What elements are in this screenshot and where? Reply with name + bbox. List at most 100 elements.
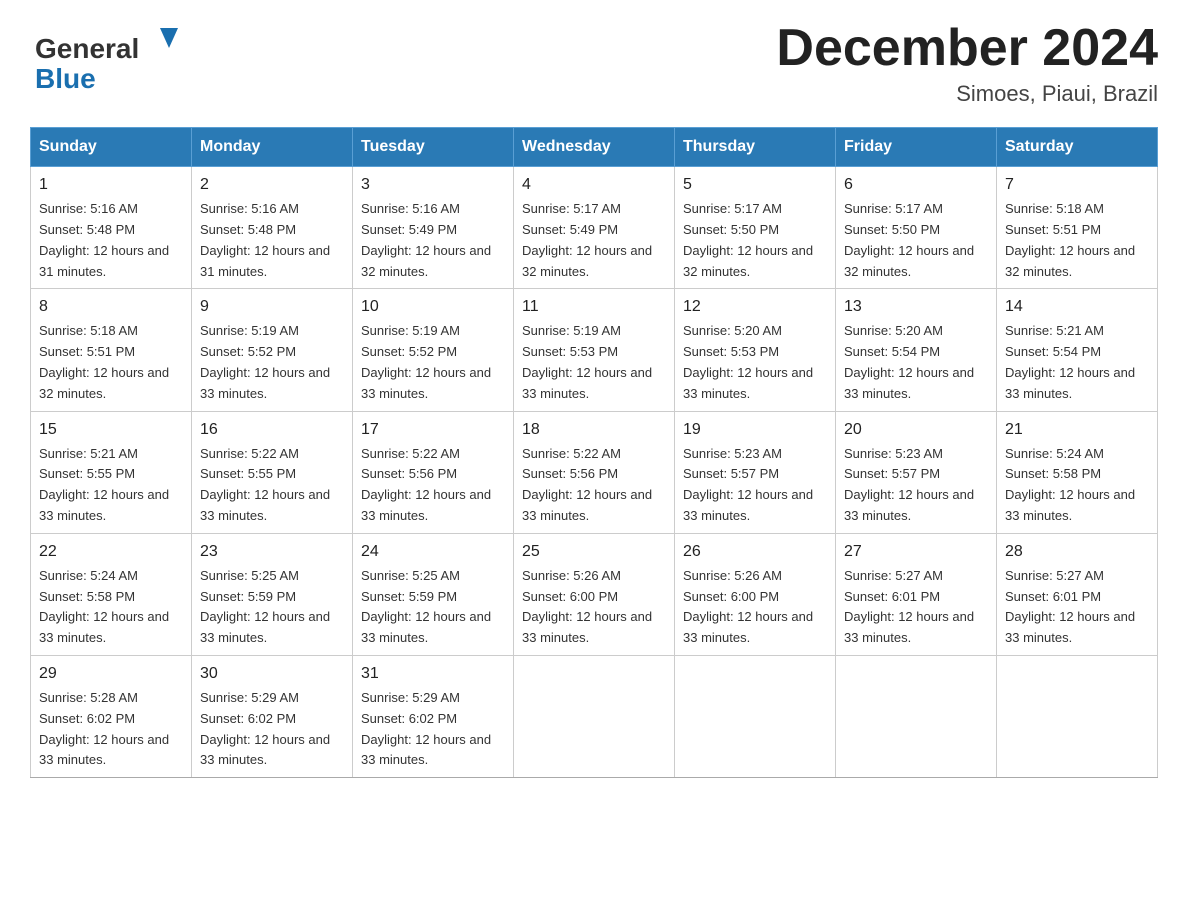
table-row: 28Sunrise: 5:27 AMSunset: 6:01 PMDayligh… [997, 533, 1158, 655]
table-row: 11Sunrise: 5:19 AMSunset: 5:53 PMDayligh… [514, 289, 675, 411]
calendar-week-row: 15Sunrise: 5:21 AMSunset: 5:55 PMDayligh… [31, 411, 1158, 533]
day-number: 6 [844, 173, 988, 197]
day-info: Sunrise: 5:21 AMSunset: 5:54 PMDaylight:… [1005, 321, 1149, 404]
day-number: 27 [844, 540, 988, 564]
day-number: 9 [200, 295, 344, 319]
month-year-title: December 2024 [776, 20, 1158, 77]
table-row: 5Sunrise: 5:17 AMSunset: 5:50 PMDaylight… [675, 167, 836, 289]
table-row: 7Sunrise: 5:18 AMSunset: 5:51 PMDaylight… [997, 167, 1158, 289]
day-number: 18 [522, 418, 666, 442]
day-info: Sunrise: 5:16 AMSunset: 5:48 PMDaylight:… [200, 199, 344, 282]
header-monday: Monday [192, 128, 353, 167]
table-row: 13Sunrise: 5:20 AMSunset: 5:54 PMDayligh… [836, 289, 997, 411]
header-wednesday: Wednesday [514, 128, 675, 167]
weekday-header-row: Sunday Monday Tuesday Wednesday Thursday… [31, 128, 1158, 167]
day-number: 24 [361, 540, 505, 564]
day-number: 1 [39, 173, 183, 197]
table-row: 14Sunrise: 5:21 AMSunset: 5:54 PMDayligh… [997, 289, 1158, 411]
day-number: 17 [361, 418, 505, 442]
day-info: Sunrise: 5:27 AMSunset: 6:01 PMDaylight:… [844, 566, 988, 649]
table-row: 18Sunrise: 5:22 AMSunset: 5:56 PMDayligh… [514, 411, 675, 533]
table-row: 9Sunrise: 5:19 AMSunset: 5:52 PMDaylight… [192, 289, 353, 411]
table-row: 31Sunrise: 5:29 AMSunset: 6:02 PMDayligh… [353, 655, 514, 777]
table-row: 15Sunrise: 5:21 AMSunset: 5:55 PMDayligh… [31, 411, 192, 533]
header-sunday: Sunday [31, 128, 192, 167]
day-info: Sunrise: 5:17 AMSunset: 5:50 PMDaylight:… [844, 199, 988, 282]
day-number: 21 [1005, 418, 1149, 442]
day-number: 20 [844, 418, 988, 442]
svg-text:Blue: Blue [35, 63, 96, 94]
day-number: 7 [1005, 173, 1149, 197]
table-row: 27Sunrise: 5:27 AMSunset: 6:01 PMDayligh… [836, 533, 997, 655]
day-number: 13 [844, 295, 988, 319]
calendar-week-row: 8Sunrise: 5:18 AMSunset: 5:51 PMDaylight… [31, 289, 1158, 411]
day-info: Sunrise: 5:28 AMSunset: 6:02 PMDaylight:… [39, 688, 183, 771]
logo-svg: General Blue [30, 20, 190, 95]
day-number: 29 [39, 662, 183, 686]
day-number: 10 [361, 295, 505, 319]
day-info: Sunrise: 5:16 AMSunset: 5:48 PMDaylight:… [39, 199, 183, 282]
table-row: 21Sunrise: 5:24 AMSunset: 5:58 PMDayligh… [997, 411, 1158, 533]
day-info: Sunrise: 5:23 AMSunset: 5:57 PMDaylight:… [683, 444, 827, 527]
page-header: General Blue December 2024 Simoes, Piaui… [30, 20, 1158, 107]
table-row: 10Sunrise: 5:19 AMSunset: 5:52 PMDayligh… [353, 289, 514, 411]
day-info: Sunrise: 5:19 AMSunset: 5:52 PMDaylight:… [200, 321, 344, 404]
day-info: Sunrise: 5:16 AMSunset: 5:49 PMDaylight:… [361, 199, 505, 282]
day-info: Sunrise: 5:27 AMSunset: 6:01 PMDaylight:… [1005, 566, 1149, 649]
day-number: 25 [522, 540, 666, 564]
calendar-week-row: 1Sunrise: 5:16 AMSunset: 5:48 PMDaylight… [31, 167, 1158, 289]
table-row: 8Sunrise: 5:18 AMSunset: 5:51 PMDaylight… [31, 289, 192, 411]
day-info: Sunrise: 5:25 AMSunset: 5:59 PMDaylight:… [361, 566, 505, 649]
day-info: Sunrise: 5:29 AMSunset: 6:02 PMDaylight:… [361, 688, 505, 771]
day-number: 14 [1005, 295, 1149, 319]
header-friday: Friday [836, 128, 997, 167]
header-thursday: Thursday [675, 128, 836, 167]
calendar-table: Sunday Monday Tuesday Wednesday Thursday… [30, 127, 1158, 778]
day-info: Sunrise: 5:18 AMSunset: 5:51 PMDaylight:… [1005, 199, 1149, 282]
table-row: 17Sunrise: 5:22 AMSunset: 5:56 PMDayligh… [353, 411, 514, 533]
day-info: Sunrise: 5:20 AMSunset: 5:53 PMDaylight:… [683, 321, 827, 404]
table-row: 19Sunrise: 5:23 AMSunset: 5:57 PMDayligh… [675, 411, 836, 533]
day-info: Sunrise: 5:20 AMSunset: 5:54 PMDaylight:… [844, 321, 988, 404]
table-row: 22Sunrise: 5:24 AMSunset: 5:58 PMDayligh… [31, 533, 192, 655]
day-number: 26 [683, 540, 827, 564]
day-info: Sunrise: 5:24 AMSunset: 5:58 PMDaylight:… [39, 566, 183, 649]
day-info: Sunrise: 5:17 AMSunset: 5:50 PMDaylight:… [683, 199, 827, 282]
day-number: 31 [361, 662, 505, 686]
day-number: 22 [39, 540, 183, 564]
table-row: 23Sunrise: 5:25 AMSunset: 5:59 PMDayligh… [192, 533, 353, 655]
table-row [997, 655, 1158, 777]
day-info: Sunrise: 5:24 AMSunset: 5:58 PMDaylight:… [1005, 444, 1149, 527]
title-block: December 2024 Simoes, Piaui, Brazil [776, 20, 1158, 107]
table-row: 29Sunrise: 5:28 AMSunset: 6:02 PMDayligh… [31, 655, 192, 777]
day-number: 5 [683, 173, 827, 197]
table-row: 16Sunrise: 5:22 AMSunset: 5:55 PMDayligh… [192, 411, 353, 533]
table-row: 3Sunrise: 5:16 AMSunset: 5:49 PMDaylight… [353, 167, 514, 289]
logo: General Blue [30, 20, 190, 95]
table-row: 24Sunrise: 5:25 AMSunset: 5:59 PMDayligh… [353, 533, 514, 655]
day-info: Sunrise: 5:23 AMSunset: 5:57 PMDaylight:… [844, 444, 988, 527]
day-number: 30 [200, 662, 344, 686]
table-row: 1Sunrise: 5:16 AMSunset: 5:48 PMDaylight… [31, 167, 192, 289]
day-number: 16 [200, 418, 344, 442]
day-info: Sunrise: 5:22 AMSunset: 5:56 PMDaylight:… [361, 444, 505, 527]
day-info: Sunrise: 5:19 AMSunset: 5:53 PMDaylight:… [522, 321, 666, 404]
calendar-week-row: 29Sunrise: 5:28 AMSunset: 6:02 PMDayligh… [31, 655, 1158, 777]
day-number: 11 [522, 295, 666, 319]
svg-text:General: General [35, 33, 139, 64]
day-info: Sunrise: 5:22 AMSunset: 5:55 PMDaylight:… [200, 444, 344, 527]
table-row: 2Sunrise: 5:16 AMSunset: 5:48 PMDaylight… [192, 167, 353, 289]
day-info: Sunrise: 5:25 AMSunset: 5:59 PMDaylight:… [200, 566, 344, 649]
table-row: 30Sunrise: 5:29 AMSunset: 6:02 PMDayligh… [192, 655, 353, 777]
day-info: Sunrise: 5:18 AMSunset: 5:51 PMDaylight:… [39, 321, 183, 404]
location-subtitle: Simoes, Piaui, Brazil [776, 81, 1158, 107]
day-info: Sunrise: 5:29 AMSunset: 6:02 PMDaylight:… [200, 688, 344, 771]
calendar-week-row: 22Sunrise: 5:24 AMSunset: 5:58 PMDayligh… [31, 533, 1158, 655]
table-row [836, 655, 997, 777]
table-row: 6Sunrise: 5:17 AMSunset: 5:50 PMDaylight… [836, 167, 997, 289]
day-number: 12 [683, 295, 827, 319]
table-row: 4Sunrise: 5:17 AMSunset: 5:49 PMDaylight… [514, 167, 675, 289]
day-number: 2 [200, 173, 344, 197]
day-number: 3 [361, 173, 505, 197]
day-number: 8 [39, 295, 183, 319]
